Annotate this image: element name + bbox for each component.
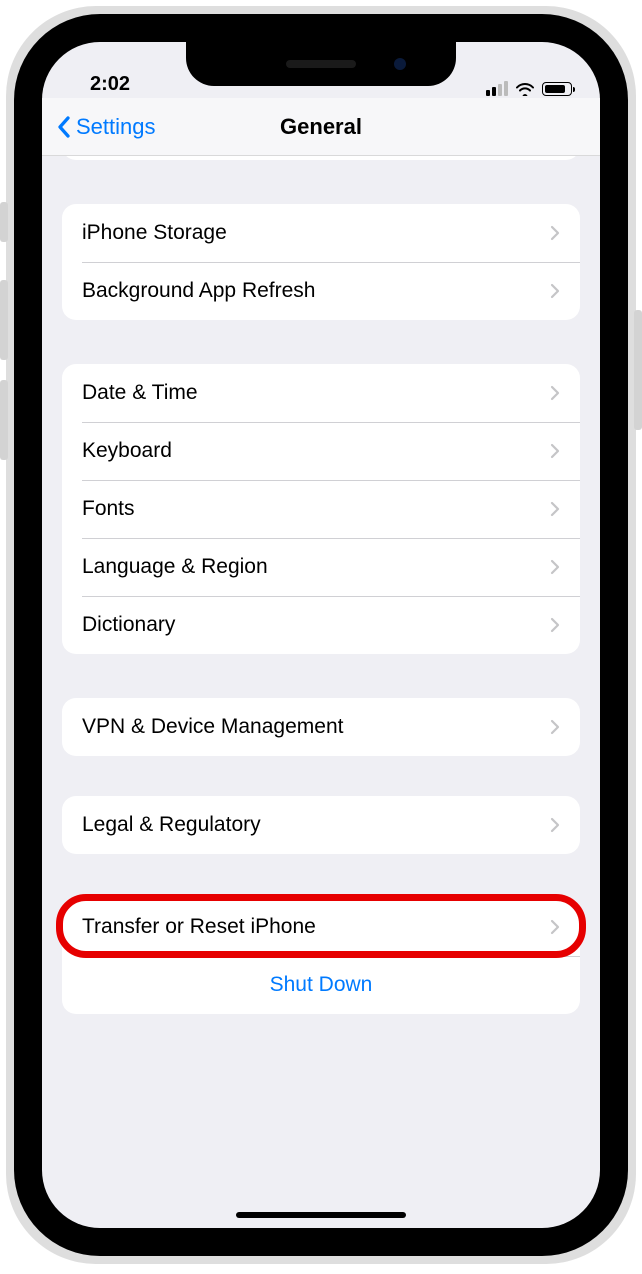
chevron-right-icon [550, 817, 560, 833]
front-camera [394, 58, 406, 70]
chevron-right-icon [550, 719, 560, 735]
cellular-signal-icon [486, 81, 508, 96]
power-button [634, 310, 642, 430]
silence-switch [0, 202, 8, 242]
settings-group: Date & Time Keyboard Fonts Language & Re… [62, 364, 580, 654]
row-keyboard[interactable]: Keyboard [62, 422, 580, 480]
row-label: Background App Refresh [82, 279, 315, 303]
row-label: iPhone Storage [82, 221, 227, 245]
row-label: Keyboard [82, 439, 172, 463]
row-language-region[interactable]: Language & Region [62, 538, 580, 596]
settings-group: Transfer or Reset iPhone Shut Down [62, 898, 580, 1014]
chevron-right-icon [550, 283, 560, 299]
status-icons [486, 81, 572, 96]
row-vpn-device-management[interactable]: VPN & Device Management [62, 698, 580, 756]
row-label: Transfer or Reset iPhone [82, 915, 316, 939]
content-scroll[interactable]: CarPlay iPhone Storage Background App Re… [42, 156, 600, 1228]
page-title: General [280, 114, 362, 140]
row-label: Fonts [82, 497, 135, 521]
chevron-right-icon [550, 617, 560, 633]
volume-up-button [0, 280, 8, 360]
row-label: Language & Region [82, 555, 268, 579]
chevron-left-icon [56, 115, 72, 139]
screen: 2:02 Settings General CarPlay [42, 42, 600, 1228]
row-label: Legal & Regulatory [82, 813, 261, 837]
row-fonts[interactable]: Fonts [62, 480, 580, 538]
settings-group: CarPlay [62, 156, 580, 160]
home-indicator[interactable] [236, 1212, 406, 1218]
row-transfer-or-reset-iphone[interactable]: Transfer or Reset iPhone [62, 898, 580, 956]
row-label: Shut Down [270, 973, 373, 997]
status-time: 2:02 [70, 73, 150, 96]
chevron-right-icon [550, 559, 560, 575]
volume-down-button [0, 380, 8, 460]
row-label: VPN & Device Management [82, 715, 343, 739]
row-label: Dictionary [82, 613, 175, 637]
back-button[interactable]: Settings [56, 98, 156, 155]
row-dictionary[interactable]: Dictionary [62, 596, 580, 654]
row-label: Date & Time [82, 381, 198, 405]
navigation-bar: Settings General [42, 98, 600, 156]
row-shut-down[interactable]: Shut Down [62, 956, 580, 1014]
wifi-icon [515, 82, 535, 96]
notch [186, 42, 456, 86]
chevron-right-icon [550, 385, 560, 401]
back-label: Settings [76, 114, 156, 140]
chevron-right-icon [550, 919, 560, 935]
settings-group: VPN & Device Management [62, 698, 580, 756]
settings-group: Legal & Regulatory [62, 796, 580, 854]
settings-group: iPhone Storage Background App Refresh [62, 204, 580, 320]
speaker-grille [286, 60, 356, 68]
row-iphone-storage[interactable]: iPhone Storage [62, 204, 580, 262]
row-legal-regulatory[interactable]: Legal & Regulatory [62, 796, 580, 854]
chevron-right-icon [550, 443, 560, 459]
row-carplay[interactable]: CarPlay [62, 156, 580, 160]
chevron-right-icon [550, 225, 560, 241]
row-date-time[interactable]: Date & Time [62, 364, 580, 422]
battery-icon [542, 82, 572, 96]
row-background-app-refresh[interactable]: Background App Refresh [62, 262, 580, 320]
chevron-right-icon [550, 501, 560, 517]
